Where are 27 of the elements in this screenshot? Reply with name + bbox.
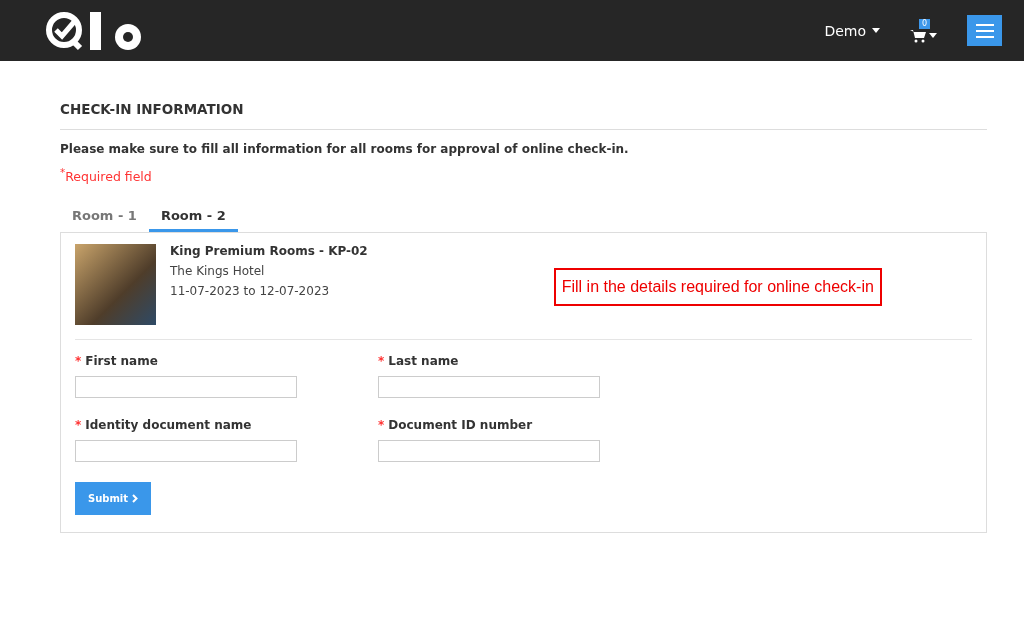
- cart-menu[interactable]: 0: [910, 18, 937, 43]
- page-title: CHECK-IN INFORMATION: [60, 101, 987, 130]
- cart-count-badge: 0: [919, 18, 931, 29]
- caret-icon: [929, 33, 937, 38]
- hotel-name: The Kings Hotel: [170, 264, 266, 279]
- input-field[interactable]: [75, 440, 297, 463]
- submit-button[interactable]: Submit: [75, 482, 151, 516]
- field-label: * Last name: [378, 354, 460, 369]
- chevron-right-icon: [132, 494, 139, 504]
- input-field[interactable]: [75, 376, 297, 399]
- room-name: King Premium Rooms - KP-02: [170, 244, 368, 259]
- room-tab[interactable]: Room - 1: [60, 204, 149, 233]
- input-field[interactable]: [378, 440, 600, 463]
- menu-button[interactable]: [967, 15, 1002, 46]
- field-label: * Document ID number: [378, 418, 534, 433]
- stay-dates: 11-07-2023 to 12-07-2023: [170, 284, 331, 299]
- callout-annotation: Fill in the details required for online check-in: [553, 268, 882, 307]
- required-field-note: $^{*}$Required field: [60, 166, 153, 185]
- caret-icon: [872, 28, 880, 33]
- menu-icon: [975, 23, 994, 38]
- input-field[interactable]: [378, 376, 600, 399]
- cart-icon: [910, 28, 926, 43]
- room-tab[interactable]: Room - 2: [148, 204, 238, 233]
- field-label: * First name: [75, 354, 159, 369]
- instruction-text: Please make sure to fill all information for all rooms for approval of online check-in.: [60, 142, 630, 156]
- field-label: * Identity document name: [75, 418, 253, 433]
- user-menu[interactable]: Demo: [824, 22, 880, 39]
